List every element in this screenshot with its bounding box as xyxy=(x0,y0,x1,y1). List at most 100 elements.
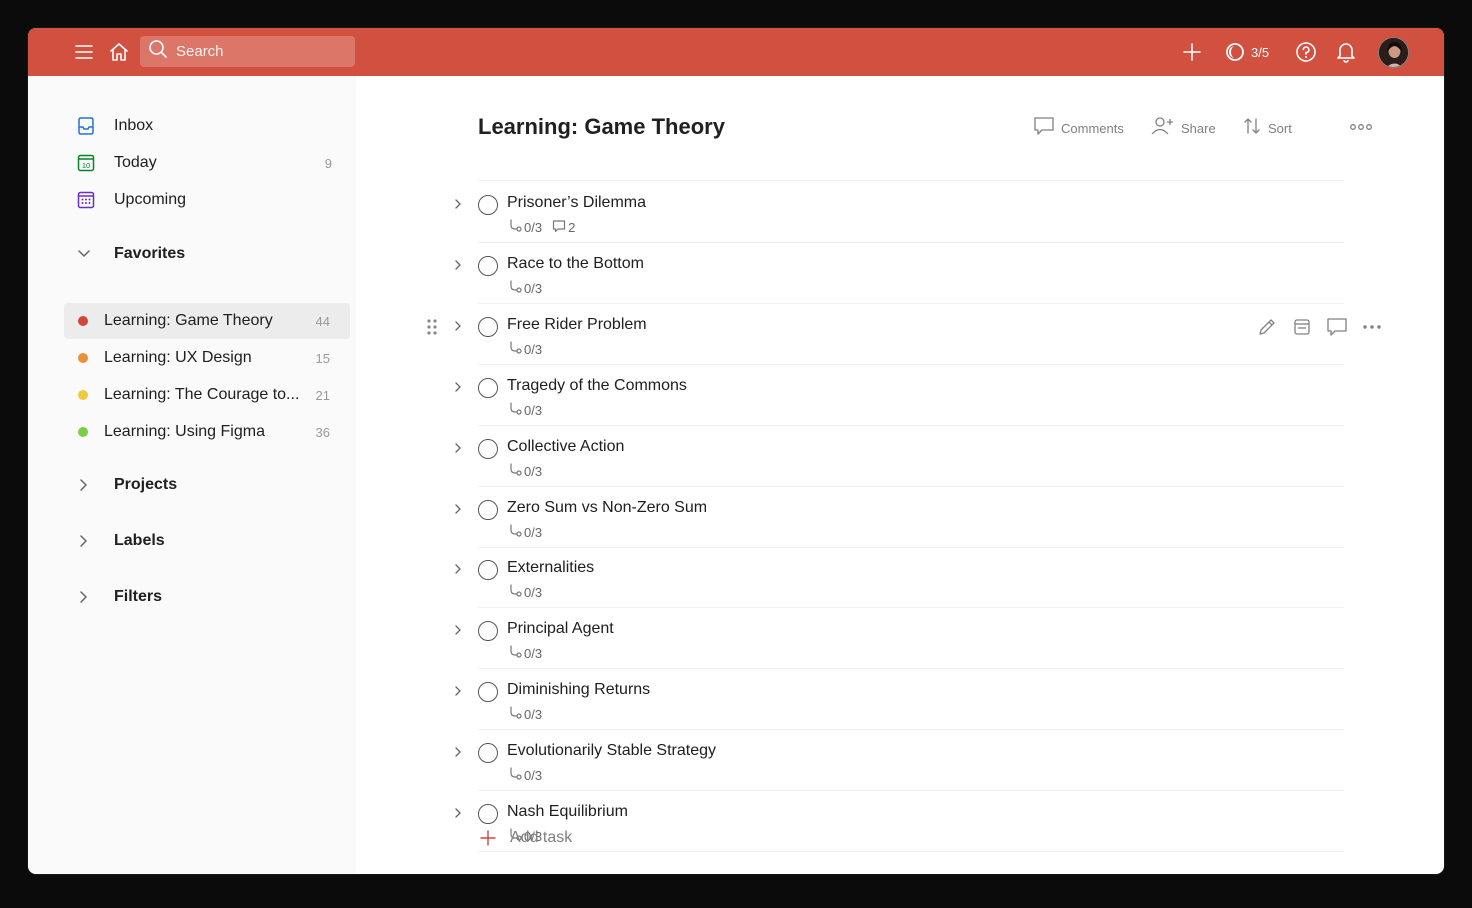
task-name[interactable]: Externalities xyxy=(507,559,594,577)
task-checkbox[interactable] xyxy=(478,438,498,459)
search-input[interactable] xyxy=(176,43,346,60)
task-checkbox[interactable] xyxy=(478,255,498,276)
task-row[interactable]: Evolutionarily Stable Strategy 0/3 xyxy=(455,730,1344,792)
sidebar-item-label: Inbox xyxy=(114,117,154,134)
chevron-right-icon[interactable] xyxy=(450,318,466,334)
task-checkbox[interactable] xyxy=(478,804,498,824)
task-meta: 0/3 2 xyxy=(508,219,575,236)
chevron-right-icon[interactable] xyxy=(450,196,466,212)
favorite-label: Learning: UX Design xyxy=(104,349,252,366)
search-bar[interactable] xyxy=(140,36,355,67)
favorite-item-game-theory[interactable]: Learning: Game Theory 44 xyxy=(64,303,350,339)
task-meta: 0/3 xyxy=(508,280,542,297)
help-icon[interactable] xyxy=(1294,40,1318,64)
task-checkbox[interactable] xyxy=(478,743,498,764)
favorite-item-figma[interactable]: Learning: Using Figma 36 xyxy=(64,414,350,450)
more-options-button[interactable] xyxy=(1349,116,1373,140)
sidebar-item-inbox[interactable]: Inbox xyxy=(64,109,350,143)
schedule-icon[interactable] xyxy=(1290,315,1314,339)
task-checkbox[interactable] xyxy=(478,377,498,398)
app-window: 3/5 Inbox 10 Today 9 xyxy=(28,28,1444,874)
task-row[interactable]: Free Rider Problem 0/3 xyxy=(427,304,1381,365)
chevron-right-icon[interactable] xyxy=(450,257,466,273)
task-checkbox[interactable] xyxy=(478,560,498,581)
task-row[interactable]: Diminishing Returns 0/3 xyxy=(455,669,1344,731)
task-row[interactable]: Collective Action 0/3 xyxy=(455,426,1344,487)
drag-handle-icon[interactable] xyxy=(425,318,439,336)
sidebar-item-today[interactable]: 10 Today 9 xyxy=(64,146,350,180)
share-button[interactable]: Share xyxy=(1151,116,1216,140)
task-name[interactable]: Diminishing Returns xyxy=(507,681,650,699)
home-icon[interactable] xyxy=(107,40,131,64)
comments-button[interactable]: Comments xyxy=(1033,116,1124,140)
chevron-right-icon[interactable] xyxy=(450,744,466,760)
menu-icon[interactable] xyxy=(72,40,96,64)
task-meta: 0/3 xyxy=(508,402,542,419)
calendar-upcoming-icon xyxy=(74,188,98,212)
task-row[interactable]: Externalities 0/3 xyxy=(455,547,1344,609)
add-task-label: Add task xyxy=(510,829,573,846)
subtask-count: 0/3 xyxy=(524,707,543,723)
task-name[interactable]: Collective Action xyxy=(507,438,624,456)
task-row[interactable]: Race to the Bottom 0/3 xyxy=(455,243,1344,304)
bell-icon[interactable] xyxy=(1334,40,1358,64)
subtask-icon xyxy=(508,402,524,419)
subtask-icon xyxy=(508,706,524,723)
task-checkbox[interactable] xyxy=(478,621,498,642)
task-checkbox[interactable] xyxy=(478,316,498,337)
chevron-right-icon[interactable] xyxy=(450,683,466,699)
chevron-right-icon[interactable] xyxy=(450,805,466,821)
sidebar-item-upcoming[interactable]: Upcoming xyxy=(64,183,350,217)
task-name[interactable]: Evolutionarily Stable Strategy xyxy=(507,742,716,760)
chevron-right-icon xyxy=(74,590,94,604)
subtask-icon xyxy=(508,462,524,480)
chevron-right-icon xyxy=(74,534,94,548)
task-row[interactable]: Zero Sum vs Non-Zero Sum 0/3 xyxy=(455,487,1344,548)
section-labels[interactable]: Labels xyxy=(64,524,350,558)
task-row[interactable]: Nash Equilibrium 0/3 xyxy=(455,791,1344,852)
project-color-dot xyxy=(78,427,88,437)
task-name[interactable]: Race to the Bottom xyxy=(507,255,644,273)
more-icon[interactable] xyxy=(1360,315,1384,339)
task-name[interactable]: Tragedy of the Commons xyxy=(507,377,687,395)
task-checkbox[interactable] xyxy=(478,682,498,703)
section-favorites[interactable]: Favorites xyxy=(64,237,350,271)
chevron-right-icon[interactable] xyxy=(450,561,466,577)
task-row[interactable]: Tragedy of the Commons 0/3 xyxy=(455,365,1344,426)
task-row[interactable]: Principal Agent 0/3 xyxy=(455,608,1344,670)
chevron-right-icon[interactable] xyxy=(450,622,466,638)
subtask-count: 0/3 xyxy=(524,585,543,601)
task-name[interactable]: Free Rider Problem xyxy=(507,316,647,334)
section-filters[interactable]: Filters xyxy=(64,580,350,614)
karma-button[interactable]: 3/5 xyxy=(1225,40,1269,64)
favorite-item-courage[interactable]: Learning: The Courage to... 21 xyxy=(64,377,350,413)
section-projects[interactable]: Projects xyxy=(64,468,350,502)
task-meta: 0/3 xyxy=(508,706,542,723)
section-label: Favorites xyxy=(114,245,186,262)
add-task-button[interactable]: Add task xyxy=(478,828,572,848)
chevron-right-icon[interactable] xyxy=(450,379,466,395)
task-name[interactable]: Zero Sum vs Non-Zero Sum xyxy=(507,499,707,517)
sidebar-item-label: Today xyxy=(114,154,157,171)
chevron-right-icon[interactable] xyxy=(450,440,466,456)
task-name[interactable]: Prisoner’s Dilemma xyxy=(507,194,646,212)
edit-icon[interactable] xyxy=(1255,315,1279,339)
task-name[interactable]: Principal Agent xyxy=(507,620,614,638)
subtask-count: 0/3 xyxy=(524,341,543,357)
task-row[interactable]: Prisoner’s Dilemma 0/3 2 xyxy=(455,182,1344,243)
avatar[interactable] xyxy=(1378,37,1409,68)
sidebar-item-label: Upcoming xyxy=(114,191,187,208)
task-checkbox[interactable] xyxy=(478,195,498,215)
subtask-count: 0/3 xyxy=(524,768,543,784)
comment-icon[interactable] xyxy=(1325,315,1349,339)
task-name[interactable]: Nash Equilibrium xyxy=(507,803,628,821)
sort-button[interactable]: Sort xyxy=(1242,116,1292,140)
favorite-item-ux-design[interactable]: Learning: UX Design 15 xyxy=(64,340,350,376)
chevron-right-icon[interactable] xyxy=(450,501,466,517)
subtask-count: 0/3 xyxy=(524,280,543,296)
favorite-label: Learning: The Courage to... xyxy=(104,386,300,403)
task-checkbox[interactable] xyxy=(478,499,498,520)
favorite-count: 21 xyxy=(315,387,330,403)
project-color-dot xyxy=(78,390,88,400)
plus-icon[interactable] xyxy=(1180,40,1204,64)
